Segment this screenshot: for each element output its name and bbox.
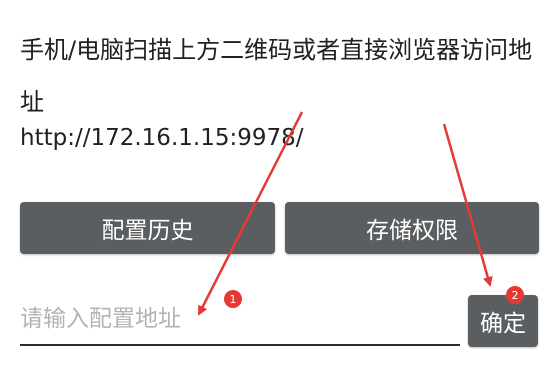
config-history-button[interactable]: 配置历史: [20, 202, 275, 254]
confirm-button[interactable]: 确定: [468, 295, 538, 347]
address-url: http://172.16.1.15:9978/: [20, 125, 304, 151]
annotation-badge-1: 1: [224, 290, 242, 308]
storage-permission-button[interactable]: 存储权限: [285, 202, 539, 254]
instruction-text: 手机/电脑扫描上方二维码或者直接浏览器访问地址: [20, 36, 533, 116]
config-screen: 手机/电脑扫描上方二维码或者直接浏览器访问地址 http://172.16.1.…: [0, 0, 560, 370]
annotation-badge-2: 2: [506, 286, 524, 304]
